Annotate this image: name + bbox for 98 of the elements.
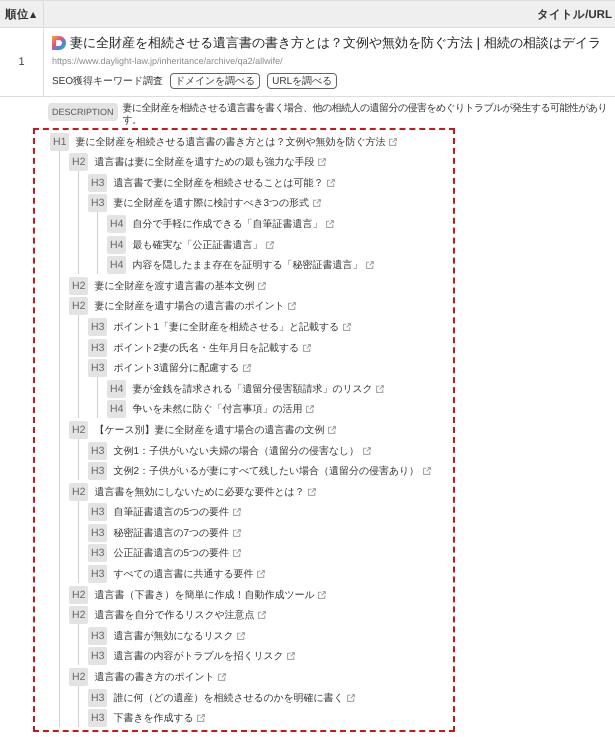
external-link-icon[interactable] bbox=[197, 714, 206, 722]
heading-text: 遺言書（下書き）を簡単に作成！自動作成ツール bbox=[94, 588, 314, 602]
heading-text: 妻に全財産を相続させる遺言書の書き方とは？文例や無効を防ぐ方法 bbox=[75, 136, 386, 149]
keyword-research-label: SEO獲得キーワード調査 bbox=[52, 74, 164, 88]
heading-text: 遺言書を無効にしないために必要な要件とは？ bbox=[94, 486, 304, 499]
heading-tag: H2 bbox=[69, 606, 88, 624]
heading-tag: H4 bbox=[107, 256, 126, 274]
page-title-link[interactable]: 妻に全財産を相続させる遺言書の書き方とは？文例や無効を防ぐ方法 | 相続の相談はデイラ bbox=[70, 34, 601, 52]
heading-text: 遺言書を自分で作るリスクや注意点 bbox=[94, 608, 254, 622]
heading-text: 自分で手軽に作成できる「自筆証書遺言」 bbox=[132, 218, 322, 231]
heading-text: 文例2：子供がいるが妻にすべて残したい場合（遺留分の侵害あり） bbox=[113, 464, 419, 478]
heading-tag: H3 bbox=[88, 194, 108, 212]
heading-tag: H3 bbox=[88, 462, 108, 480]
heading-tag: H3 bbox=[88, 626, 108, 645]
heading-text: ポイント2妻の氏名・生年月日を記載する bbox=[113, 342, 299, 355]
heading-tag: H3 bbox=[88, 174, 108, 192]
heading-text: 遺言書が無効になるリスク bbox=[113, 630, 234, 643]
heading-tag: H3 bbox=[88, 565, 108, 584]
heading-tag: H2 bbox=[69, 297, 88, 316]
heading-tag: H2 bbox=[69, 420, 88, 439]
external-link-icon[interactable] bbox=[363, 446, 371, 454]
heading-text: 秘密証書遺言の7つの要件 bbox=[113, 526, 229, 540]
heading-tag: H3 bbox=[88, 709, 108, 728]
heading-tag: H2 bbox=[69, 668, 88, 686]
heading-text: 妻が金銭を請求される「遺留分侵害額請求」のリスク bbox=[132, 382, 372, 396]
external-link-icon[interactable] bbox=[423, 467, 431, 476]
heading-tag: H3 bbox=[88, 524, 108, 542]
heading-text: 妻に全財産を遺す際に検討すべき3つの形式 bbox=[113, 196, 309, 210]
rank-number: 1 bbox=[18, 56, 25, 68]
heading-tag: H3 bbox=[88, 647, 108, 666]
external-link-icon[interactable] bbox=[218, 673, 226, 682]
site-favicon-icon bbox=[52, 36, 66, 50]
heading-text: 下書きを作成する bbox=[113, 712, 194, 726]
heading-tag: H3 bbox=[88, 544, 108, 562]
external-link-icon[interactable] bbox=[306, 405, 314, 414]
external-link-icon[interactable] bbox=[389, 138, 398, 146]
heading-text: ポイント1「妻に全財産を相続させる」と記載する bbox=[113, 320, 339, 334]
heading-tag: H4 bbox=[107, 380, 126, 398]
heading-text: 最も確実な「公正証書遺言」 bbox=[132, 238, 262, 252]
external-link-icon[interactable] bbox=[318, 590, 326, 599]
external-link-icon[interactable] bbox=[233, 549, 241, 558]
heading-tag: H4 bbox=[107, 236, 126, 254]
external-link-icon[interactable] bbox=[366, 261, 374, 270]
external-link-icon[interactable] bbox=[233, 528, 241, 537]
heading-text: 遺言書で妻に全財産を相続させることは可能？ bbox=[113, 176, 324, 190]
description-text: 妻に全財産を相続させる遺言書を書く場合、他の相続人の遺留分の侵害をめぐりトラブルが発生する可能性があり す。 bbox=[122, 103, 608, 126]
heading-tag: H2 bbox=[69, 153, 88, 172]
external-link-icon[interactable] bbox=[376, 384, 384, 393]
external-link-icon[interactable] bbox=[266, 240, 274, 249]
external-link-icon[interactable] bbox=[303, 344, 311, 352]
external-link-icon[interactable] bbox=[328, 426, 336, 434]
description-tag: DESCRIPTION bbox=[48, 103, 118, 121]
external-link-icon[interactable] bbox=[257, 570, 266, 578]
heading-text: 遺言書は妻に全財産を遺すための最も強力な手段 bbox=[94, 156, 314, 170]
heading-tag: H3 bbox=[88, 338, 108, 357]
page-url: https://www.daylight-law.jp/inheritance/archive/qa2/allwife/ bbox=[52, 55, 284, 68]
heading-text: 公正証書遺言の5つの要件 bbox=[113, 546, 229, 560]
heading-text: 争いを未然に防ぐ「付言事項」の活用 bbox=[132, 402, 302, 416]
heading-tag: H2 bbox=[69, 482, 88, 501]
external-link-icon[interactable] bbox=[308, 488, 316, 496]
heading-tag: H4 bbox=[107, 400, 126, 418]
external-link-icon[interactable] bbox=[243, 364, 251, 372]
heading-tag: H3 bbox=[88, 442, 108, 460]
external-link-icon[interactable] bbox=[327, 178, 336, 187]
heading-tag: H2 bbox=[69, 586, 88, 604]
heading-tag: H1 bbox=[50, 132, 70, 151]
heading-tag: H4 bbox=[107, 214, 126, 233]
heading-tag: H3 bbox=[88, 688, 108, 707]
heading-text: 遺言書の内容がトラブルを招くリスク bbox=[113, 650, 284, 664]
heading-text: 自筆証書遺言の5つの要件 bbox=[113, 506, 229, 520]
heading-text: 誰に何（どの遺産）を相続させるのかを明確に書く bbox=[113, 692, 344, 705]
heading-text: すべての遺言書に共通する要件 bbox=[113, 568, 254, 582]
external-link-icon[interactable] bbox=[258, 282, 266, 290]
heading-text: 文例1：子供がいない夫婦の場合（遺留分の侵害なし） bbox=[113, 444, 359, 458]
heading-tag: H3 bbox=[88, 503, 108, 522]
external-link-icon[interactable] bbox=[288, 302, 296, 310]
heading-text: 妻に全財産を遺す場合の遺言書のポイント bbox=[94, 300, 284, 314]
heading-text: 内容を隠したまま存在を証明する「秘密証書遺言」 bbox=[132, 258, 362, 272]
external-link-icon[interactable] bbox=[258, 611, 266, 620]
heading-text: 妻に全財産を渡す遺言書の基本文例 bbox=[94, 280, 254, 293]
heading-text: ポイント3遺留分に配慮する bbox=[113, 362, 239, 376]
external-link-icon[interactable] bbox=[313, 199, 321, 208]
domain-lookup-button[interactable]: ドメインを調べる bbox=[170, 73, 260, 89]
heading-text: 遺言書の書き方のポイント bbox=[94, 670, 214, 684]
external-link-icon[interactable] bbox=[343, 322, 351, 331]
external-link-icon[interactable] bbox=[287, 652, 296, 660]
external-link-icon[interactable] bbox=[347, 694, 356, 702]
external-link-icon[interactable] bbox=[233, 508, 241, 516]
external-link-icon[interactable] bbox=[318, 158, 326, 166]
external-link-icon[interactable] bbox=[237, 632, 246, 640]
column-header[interactable]: タイトル/URL bbox=[44, 1, 615, 27]
external-link-icon[interactable] bbox=[326, 220, 334, 228]
heading-text: 【ケース別】妻に全財産を遺す場合の遺言書の文例 bbox=[94, 424, 324, 437]
heading-tag: H3 bbox=[88, 359, 108, 378]
heading-tag: H3 bbox=[88, 318, 108, 336]
url-lookup-button[interactable]: URLを調べる bbox=[267, 73, 338, 89]
column-header[interactable]: 順位▲ bbox=[0, 1, 44, 27]
heading-tag: H2 bbox=[69, 276, 88, 295]
